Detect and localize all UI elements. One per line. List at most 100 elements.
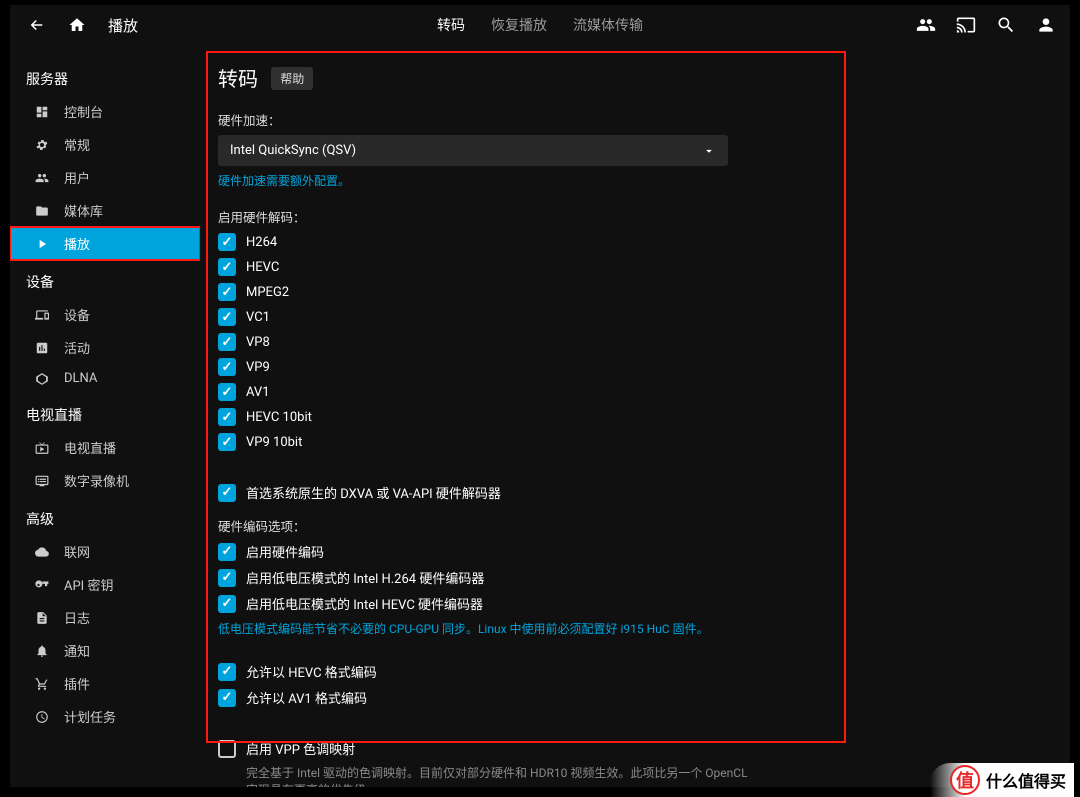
tab-resume[interactable]: 恢复播放 (491, 15, 547, 35)
codec-checkbox[interactable] (218, 283, 236, 301)
sidebar-item-label: 设备 (64, 305, 90, 324)
sidebar-item-devices[interactable]: 设备 (10, 298, 200, 331)
sidebar-item-key[interactable]: API 密钥 (10, 568, 200, 601)
encode-opt-checkbox[interactable] (218, 543, 236, 561)
tab-streaming[interactable]: 流媒体传输 (573, 15, 643, 35)
codec-checkbox[interactable] (218, 358, 236, 376)
sidebar-item-activity[interactable]: 活动 (10, 331, 200, 364)
sidebar-section-title: 服务器 (10, 63, 200, 95)
codec-checkbox[interactable] (218, 258, 236, 276)
folder-icon (34, 204, 50, 218)
users-icon[interactable] (916, 15, 936, 35)
chevron-down-icon (702, 144, 716, 158)
codec-checkbox[interactable] (218, 233, 236, 251)
sidebar-item-label: 插件 (64, 674, 90, 693)
sidebar-item-dvr[interactable]: 数字录像机 (10, 464, 200, 497)
codec-label: HEVC 10bit (246, 410, 312, 425)
codec-label: HEVC (246, 260, 279, 275)
codec-checkbox[interactable] (218, 433, 236, 451)
codec-label: VP8 (246, 335, 270, 350)
home-icon[interactable] (68, 16, 86, 34)
hw-accel-hint[interactable]: 硬件加速需要额外配置。 (218, 172, 1052, 189)
plugin-icon (34, 677, 50, 691)
activity-icon (34, 341, 50, 355)
codec-label: VP9 10bit (246, 435, 302, 450)
sidebar-item-dlna[interactable]: DLNA (10, 364, 200, 393)
sidebar-item-bell[interactable]: 通知 (10, 634, 200, 667)
encode-opt-label: 启用低电压模式的 Intel H.264 硬件编码器 (246, 568, 484, 587)
help-button[interactable]: 帮助 (271, 67, 313, 90)
key-icon (34, 578, 50, 592)
hw-accel-value: Intel QuickSync (QSV) (230, 143, 356, 158)
encode-opt-label: 启用低电压模式的 Intel HEVC 硬件编码器 (246, 594, 483, 613)
sidebar-item-dashboard[interactable]: 控制台 (10, 95, 200, 128)
top-bar: 播放 转码 恢复播放 流媒体传输 (10, 5, 1070, 45)
panel-title: 转码 (218, 63, 258, 92)
sidebar-item-label: 控制台 (64, 102, 103, 121)
people-icon (34, 171, 50, 185)
codec-checkbox[interactable] (218, 308, 236, 326)
codec-checkbox[interactable] (218, 383, 236, 401)
sidebar-item-label: 通知 (64, 641, 90, 660)
codec-label: VP9 (246, 360, 270, 375)
codec-checkbox[interactable] (218, 333, 236, 351)
sidebar-item-folder[interactable]: 媒体库 (10, 194, 200, 227)
allow-av1-label: 允许以 AV1 格式编码 (246, 688, 367, 707)
schedule-icon (34, 710, 50, 724)
dashboard-icon (34, 105, 50, 119)
dlna-icon (34, 372, 50, 386)
sidebar-item-label: 媒体库 (64, 201, 103, 220)
allow-hevc-label: 允许以 HEVC 格式编码 (246, 662, 377, 681)
codec-label: VC1 (246, 310, 270, 325)
codec-label: MPEG2 (246, 285, 289, 300)
sidebar-item-label: 计划任务 (64, 707, 116, 726)
search-icon[interactable] (996, 15, 1016, 35)
sidebar-item-schedule[interactable]: 计划任务 (10, 700, 200, 733)
decode-label: 启用硬件解码： (218, 207, 1052, 226)
sidebar-item-label: 数字录像机 (64, 471, 129, 490)
sidebar-section-title: 电视直播 (10, 399, 200, 431)
hw-accel-label: 硬件加速： (218, 110, 1052, 129)
sidebar-item-label: 常规 (64, 135, 90, 154)
dvr-icon (34, 474, 50, 488)
allow-hevc-checkbox[interactable] (218, 663, 236, 681)
cast-icon[interactable] (956, 15, 976, 35)
sidebar-item-label: 播放 (64, 234, 90, 253)
sidebar-item-label: 电视直播 (64, 438, 116, 457)
allow-av1-checkbox[interactable] (218, 689, 236, 707)
lowpower-hint[interactable]: 低电压模式编码能节省不必要的 CPU-GPU 同步。Linux 中使用前必须配置… (218, 620, 1052, 637)
play-icon (34, 237, 50, 251)
vpp-tone-label: 启用 VPP 色调映射 (246, 739, 355, 758)
sidebar-section-title: 高级 (10, 503, 200, 535)
sidebar-item-play[interactable]: 播放 (10, 227, 200, 260)
sidebar-item-log[interactable]: 日志 (10, 601, 200, 634)
watermark: 值 什么值得买 (930, 763, 1074, 797)
content-area: 转码 帮助 硬件加速： Intel QuickSync (QSV) 硬件加速需要… (200, 45, 1070, 787)
sidebar-item-label: 活动 (64, 338, 90, 357)
encode-opt-checkbox[interactable] (218, 569, 236, 587)
codec-label: AV1 (246, 385, 270, 400)
prefer-native-checkbox[interactable] (218, 484, 236, 502)
sidebar-item-label: 联网 (64, 542, 90, 561)
sidebar-item-label: 用户 (64, 168, 90, 187)
sidebar-item-cloud[interactable]: 联网 (10, 535, 200, 568)
sidebar-item-livetv[interactable]: 电视直播 (10, 431, 200, 464)
sidebar-item-people[interactable]: 用户 (10, 161, 200, 194)
sidebar-section-title: 设备 (10, 266, 200, 298)
tab-transcode[interactable]: 转码 (437, 15, 465, 35)
back-icon[interactable] (28, 16, 46, 34)
page-title: 播放 (108, 15, 138, 36)
vpp-tone-checkbox[interactable] (218, 740, 236, 758)
hw-accel-select[interactable]: Intel QuickSync (QSV) (218, 135, 728, 166)
bell-icon (34, 644, 50, 658)
cloud-icon (34, 545, 50, 559)
encode-opt-checkbox[interactable] (218, 595, 236, 613)
codec-checkbox[interactable] (218, 408, 236, 426)
codec-label: H264 (246, 235, 277, 250)
sidebar-item-label: API 密钥 (64, 575, 113, 594)
sidebar-item-label: DLNA (64, 371, 97, 386)
sidebar-item-plugin[interactable]: 插件 (10, 667, 200, 700)
devices-icon (34, 308, 50, 322)
sidebar-item-settings[interactable]: 常规 (10, 128, 200, 161)
user-icon[interactable] (1036, 15, 1056, 35)
